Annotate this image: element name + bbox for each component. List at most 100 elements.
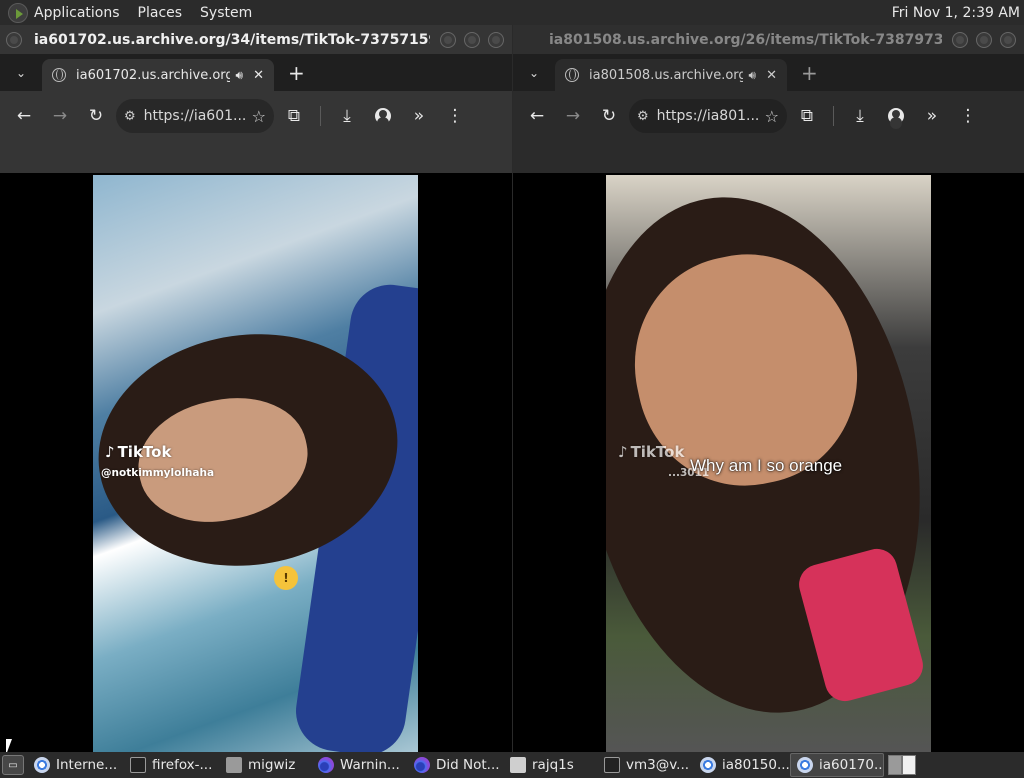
menu-applications[interactable]: Applications (34, 5, 120, 21)
profile-avatar-icon[interactable] (367, 100, 399, 132)
taskbar-item[interactable]: firefox-... (124, 753, 220, 777)
toolbar-padding (0, 141, 512, 173)
firefox-icon (414, 757, 430, 773)
minimize-button[interactable] (952, 31, 968, 48)
window-titlebar[interactable]: ia801508.us.archive.org/26/items/TikTok-… (513, 25, 1024, 54)
tiktok-note-icon: ♪ (105, 443, 115, 461)
back-arrow-icon[interactable]: ← (521, 100, 553, 132)
page-content: ♪ TikTok @notkimmylolhaha ! (0, 175, 512, 752)
reload-icon[interactable]: ↻ (80, 100, 112, 132)
globe-icon (52, 68, 66, 82)
browser-window-left: ia601702.us.archive.org/34/items/TikTok-… (0, 25, 512, 752)
speaker-icon[interactable]: 🔊︎ (749, 68, 757, 83)
toolbar-divider (320, 106, 321, 126)
taskbar-item[interactable]: ia80150... (694, 753, 790, 777)
terminal-icon (604, 757, 620, 773)
download-icon[interactable]: ⤓ (844, 100, 876, 132)
site-info-icon[interactable]: ⚙ (637, 109, 649, 124)
minimize-button[interactable] (440, 31, 456, 48)
taskbar-item[interactable]: vm3@v... (598, 753, 694, 777)
close-window-button[interactable] (488, 31, 504, 48)
taskbar-item[interactable]: migwiz (220, 753, 312, 777)
browser-window-right: ia801508.us.archive.org/26/items/TikTok-… (512, 25, 1024, 752)
menu-places[interactable]: Places (138, 5, 183, 21)
overflow-chevron-icon[interactable]: » (403, 100, 435, 132)
close-window-button[interactable] (1000, 31, 1016, 48)
window-titlebar[interactable]: ia601702.us.archive.org/34/items/TikTok-… (0, 25, 512, 54)
window-title: ia601702.us.archive.org/34/items/TikTok-… (34, 31, 430, 48)
address-url[interactable]: https://ia801... (657, 108, 765, 124)
chrome-icon (34, 757, 50, 773)
forward-arrow-icon[interactable]: → (44, 100, 76, 132)
files-icon (510, 757, 526, 773)
back-arrow-icon[interactable]: ← (8, 100, 40, 132)
new-tab-button[interactable]: + (288, 61, 305, 85)
chrome-icon (700, 757, 716, 773)
window-menu-icon[interactable] (6, 31, 22, 48)
tiktok-note-icon: ♪ (618, 443, 628, 461)
tab-title: ia601702.us.archive.org/3 (76, 67, 230, 83)
tiktok-video-frame[interactable]: ♪ TikTok @notkimmylolhaha ! (93, 175, 418, 752)
bottom-taskbar: ▭ Interne... firefox-... migwiz Warnin..… (0, 752, 1024, 778)
new-tab-button[interactable]: + (801, 61, 818, 85)
taskbar-item[interactable]: rajq1s (504, 753, 598, 777)
clock[interactable]: Fri Nov 1, 2:39 AM (892, 5, 1020, 21)
tiktok-username: @notkimmylolhaha (101, 467, 215, 479)
profile-avatar-icon[interactable] (880, 100, 912, 132)
mouse-pointer-icon (6, 739, 12, 752)
maximize-button[interactable] (976, 31, 992, 48)
show-desktop-icon[interactable]: ▭ (2, 755, 24, 775)
workspace-2[interactable] (902, 755, 916, 775)
tiktok-video-frame[interactable]: ♪ TikTok ...3011 Why am I so orange (606, 175, 931, 752)
globe-icon (565, 68, 579, 82)
firefox-icon (318, 757, 334, 773)
taskbar-item[interactable]: Interne... (28, 753, 124, 777)
workspace-1[interactable] (888, 755, 902, 775)
site-info-icon[interactable]: ⚙ (124, 109, 136, 124)
extensions-puzzle-icon[interactable]: ⧉ (278, 100, 310, 132)
address-url[interactable]: https://ia601... (144, 108, 252, 124)
workspace-switcher[interactable] (888, 755, 916, 775)
taskbar-item[interactable]: Warnin... (312, 753, 408, 777)
overflow-chevron-icon[interactable]: » (916, 100, 948, 132)
taskbar-item[interactable]: Did Not... (408, 753, 504, 777)
applications-logo-icon[interactable] (8, 2, 28, 23)
bookmark-star-icon[interactable]: ☆ (252, 107, 266, 126)
top-panel: Applications Places System Fri Nov 1, 2:… (0, 0, 1024, 25)
taskbar-item-active[interactable]: ia60170... (790, 753, 884, 777)
download-icon[interactable]: ⤓ (331, 100, 363, 132)
forward-arrow-icon[interactable]: → (557, 100, 589, 132)
navigation-toolbar: ← → ↻ ⚙ https://ia601... ☆ ⧉ ⤓ » ⋮ (0, 91, 512, 141)
close-tab-icon[interactable]: ✕ (253, 68, 264, 83)
shocked-emoji-icon: ! (274, 566, 298, 590)
tab-active[interactable]: ia601702.us.archive.org/3 🔊︎ ✕ (42, 59, 274, 91)
terminal-icon (130, 757, 146, 773)
address-bar[interactable]: ⚙ https://ia801... ☆ (629, 99, 787, 133)
tab-strip: ⌄ ia801508.us.archive.org/ 🔊︎ ✕ + (513, 54, 1024, 91)
speaker-icon[interactable]: 🔊︎ (236, 68, 244, 83)
video-caption: Why am I so orange (690, 456, 843, 475)
kebab-menu-icon[interactable]: ⋮ (952, 100, 984, 132)
tab-search-chevron-icon[interactable]: ⌄ (521, 60, 547, 86)
tab-title: ia801508.us.archive.org/ (589, 67, 743, 83)
tab-active[interactable]: ia801508.us.archive.org/ 🔊︎ ✕ (555, 59, 787, 91)
address-bar[interactable]: ⚙ https://ia601... ☆ (116, 99, 274, 133)
toolbar-divider (833, 106, 834, 126)
tab-strip: ⌄ ia601702.us.archive.org/3 🔊︎ ✕ + (0, 54, 512, 91)
chrome-icon (797, 757, 813, 773)
tiktok-logo: ♪ TikTok (105, 443, 172, 461)
tiktok-logo: ♪ TikTok (618, 443, 685, 461)
reload-icon[interactable]: ↻ (593, 100, 625, 132)
extensions-puzzle-icon[interactable]: ⧉ (791, 100, 823, 132)
maximize-button[interactable] (464, 31, 480, 48)
window-title: ia801508.us.archive.org/26/items/TikTok-… (549, 31, 942, 48)
close-tab-icon[interactable]: ✕ (766, 68, 777, 83)
folder-icon (226, 757, 242, 773)
menu-system[interactable]: System (200, 5, 252, 21)
tab-search-chevron-icon[interactable]: ⌄ (8, 60, 34, 86)
navigation-toolbar: ← → ↻ ⚙ https://ia801... ☆ ⧉ ⤓ » ⋮ (513, 91, 1024, 141)
kebab-menu-icon[interactable]: ⋮ (439, 100, 471, 132)
page-content: ♪ TikTok ...3011 Why am I so orange (513, 175, 1024, 752)
bookmark-star-icon[interactable]: ☆ (765, 107, 779, 126)
toolbar-padding (513, 141, 1024, 173)
